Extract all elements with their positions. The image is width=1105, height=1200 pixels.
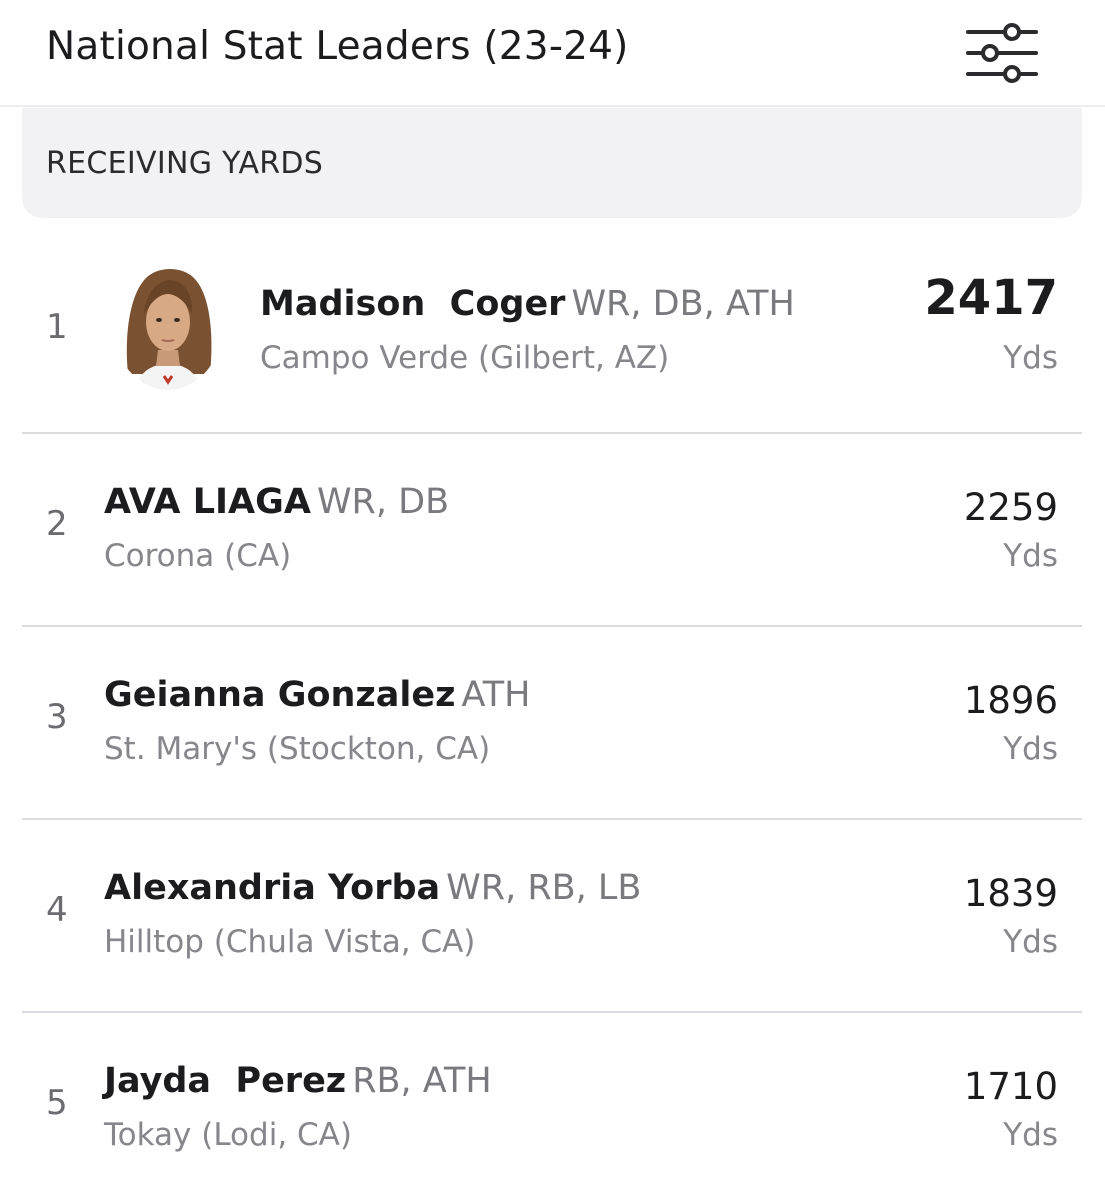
player-positions: WR, RB, LB	[446, 868, 642, 908]
filter-button[interactable]	[964, 20, 1040, 86]
player-name-line: Alexandria Yorba WR, RB, LB	[104, 868, 641, 908]
rank-number: 5	[46, 1083, 68, 1123]
player-name: Geianna Gonzalez	[104, 675, 456, 715]
player-positions: WR, DB, ATH	[571, 284, 795, 324]
app-header: National Stat Leaders (23-24)	[0, 0, 1105, 107]
player-name-line: Geianna Gonzalez ATH	[104, 675, 530, 715]
player-school: Corona (CA)	[104, 538, 292, 574]
player-positions: RB, ATH	[352, 1061, 492, 1101]
player-name: AVA LIAGA	[104, 482, 311, 522]
rank-number: 1	[46, 307, 68, 347]
player-name-line: Madison Coger WR, DB, ATH	[260, 284, 795, 324]
player-school: Tokay (Lodi, CA)	[104, 1117, 352, 1153]
leader-row[interactable]: 1 Madison Coger WR, DB, ATH Campo Verde (…	[22, 218, 1082, 434]
player-school: St. Mary's (Stockton, CA)	[104, 731, 491, 767]
rank-number: 3	[46, 697, 68, 737]
player-name-line: Jayda Perez RB, ATH	[104, 1061, 492, 1101]
stat-unit: Yds	[1003, 538, 1058, 574]
sliders-icon	[966, 23, 1038, 83]
player-name-line: AVA LIAGA WR, DB	[104, 482, 449, 522]
stat-category-title: RECEIVING YARDS	[46, 146, 324, 181]
leader-row[interactable]: 3 Geianna Gonzalez ATH St. Mary's (Stockt…	[22, 627, 1082, 820]
player-name: Madison Coger	[260, 284, 566, 324]
stat-unit: Yds	[1003, 340, 1058, 376]
stat-unit: Yds	[1003, 1117, 1058, 1153]
stat-value: 2417	[924, 270, 1058, 326]
rank-number: 4	[46, 890, 68, 930]
player-school: Campo Verde (Gilbert, AZ)	[260, 340, 670, 376]
stat-value: 1896	[963, 679, 1058, 722]
stat-value: 1839	[963, 872, 1058, 915]
stat-value: 2259	[963, 486, 1058, 529]
leader-row[interactable]: 5 Jayda Perez RB, ATH Tokay (Lodi, CA) 17…	[22, 1013, 1082, 1200]
rank-number: 2	[46, 504, 68, 544]
player-school: Hilltop (Chula Vista, CA)	[104, 924, 476, 960]
stat-value: 1710	[963, 1065, 1058, 1108]
leader-row[interactable]: 4 Alexandria Yorba WR, RB, LB Hilltop (Ch…	[22, 820, 1082, 1013]
player-name: Jayda Perez	[104, 1061, 347, 1101]
stat-unit: Yds	[1003, 731, 1058, 767]
player-avatar	[114, 264, 222, 390]
leader-row[interactable]: 2 AVA LIAGA WR, DB Corona (CA) 2259 Yds	[22, 434, 1082, 627]
page-title: National Stat Leaders (23-24)	[46, 24, 629, 69]
stat-category-header: RECEIVING YARDS	[22, 108, 1082, 218]
stat-unit: Yds	[1003, 924, 1058, 960]
player-positions: ATH	[461, 675, 531, 715]
player-name: Alexandria Yorba	[104, 868, 441, 908]
player-positions: WR, DB	[316, 482, 450, 522]
